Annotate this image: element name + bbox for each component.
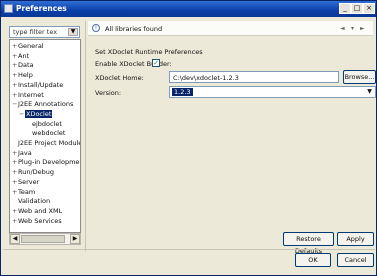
tree-item[interactable]: +Data [12,61,34,69]
scroll-left-arrow-icon[interactable]: ◀ [10,234,20,244]
enable-builder-label: Enable XDoclet Builder: [95,60,172,68]
tree-item-label: Plug-in Development [18,158,81,167]
tree-item[interactable]: Validation [12,197,50,205]
dropdown-arrow-icon[interactable]: ▾ [351,25,354,32]
tree-item[interactable]: +Web Services [12,217,62,225]
tree-item-label: Help [18,71,33,80]
filter-value: type filter tex [13,28,58,36]
tree-item-label: Run/Debug [18,168,55,177]
tree-item[interactable]: +Java [12,149,32,157]
chevron-down-icon[interactable]: ▼ [365,88,374,96]
version-select[interactable]: 1.2.3 ▼ [169,86,376,98]
xdoclet-home-input[interactable]: C:\dev\xdoclet-1.2.3 [169,71,339,83]
tree-item-label: General [18,42,44,50]
forward-arrow-icon[interactable]: ► [360,25,365,32]
chevron-down-icon[interactable]: ▼ [68,28,78,36]
tree-item[interactable]: − XDoclet [19,109,53,118]
xdoclet-home-value: C:\dev\xdoclet-1.2.3 [173,74,239,82]
info-icon: i [92,24,100,32]
tree-item[interactable]: +Web and XML [12,207,62,215]
tree-item-label: Web and XML [18,206,63,215]
scroll-thumb[interactable] [21,235,65,243]
app-icon [4,4,13,13]
back-arrow-icon[interactable]: ◄ [340,25,345,32]
tree-horizontal-scrollbar[interactable]: ◀ ▶ [9,233,81,245]
version-value: 1.2.3 [172,88,193,96]
tree-item-label: Server [18,177,40,186]
tree-item-label: Data [18,61,34,70]
tree-item-label: XDoclet [25,109,53,118]
preferences-tree[interactable]: +General +Ant +Data +Help +Install/Update +In… [9,39,81,233]
scroll-right-arrow-icon[interactable]: ▶ [70,234,80,244]
cancel-button[interactable]: Cancel [337,253,374,267]
enable-builder-checkbox[interactable]: ✓ [152,59,160,67]
tree-item-label: webdoclet [32,129,66,138]
tree-item[interactable]: +Run/Debug [12,168,54,176]
restore-defaults-button[interactable]: Restore Defaults [283,232,334,255]
tree-item[interactable]: +Help [12,71,33,79]
tree-item[interactable]: ejbdoclet [26,120,62,128]
tree-item-label: J2EE Project Modules [18,139,81,147]
close-button[interactable]: × [363,3,375,14]
tree-item[interactable]: +Ant [12,52,29,60]
tree-item[interactable]: J2EE Project Modules [12,139,81,147]
horizontal-divider [3,249,375,250]
ok-button[interactable]: OK [295,253,331,267]
tree-item-label: Java [18,148,32,157]
tree-item-label: Ant [18,51,30,60]
tree-item-label: ejbdoclet [32,119,62,128]
tree-item[interactable]: −J2EE Annotations [12,100,73,108]
maximize-button[interactable]: □ [351,3,363,14]
tree-item-label: Validation [18,197,51,206]
tree-item[interactable]: +Server [12,178,39,186]
tree-item[interactable]: +Install/Update [12,81,63,89]
tree-item-label: Install/Update [18,80,64,89]
browse-button[interactable]: Browse... [343,70,376,84]
filter-input[interactable]: type filter tex ▼ [9,26,80,38]
tree-item-label: J2EE Annotations [18,100,74,109]
title-bar[interactable]: Preferences _ □ × [1,1,376,17]
vertical-divider [85,21,86,251]
tree-item[interactable]: +Team [12,188,35,196]
preferences-window: Preferences _ □ × type filter tex ▼ +Gen… [0,0,377,276]
tree-item-label: Internet [18,90,44,99]
minimize-button[interactable]: _ [339,3,351,14]
tree-item-label: Web Services [18,216,62,225]
message-bar: i All libraries found ◄ ▾ ► [88,21,373,36]
tree-item[interactable]: +Internet [12,91,44,99]
tree-item-label: Team [18,187,36,196]
section-label: Set XDoclet Runtime Preferences [95,48,203,56]
apply-button[interactable]: Apply [337,232,374,246]
message-text: All libraries found [105,25,163,33]
tree-item[interactable]: +Plug-in Development [12,158,81,167]
xdoclet-home-label: XDoclet Home: [95,74,144,82]
tree-item[interactable]: +General [12,42,44,50]
version-label: Version: [95,89,122,97]
window-title: Preferences [16,4,67,13]
tree-item[interactable]: webdoclet [26,129,65,137]
